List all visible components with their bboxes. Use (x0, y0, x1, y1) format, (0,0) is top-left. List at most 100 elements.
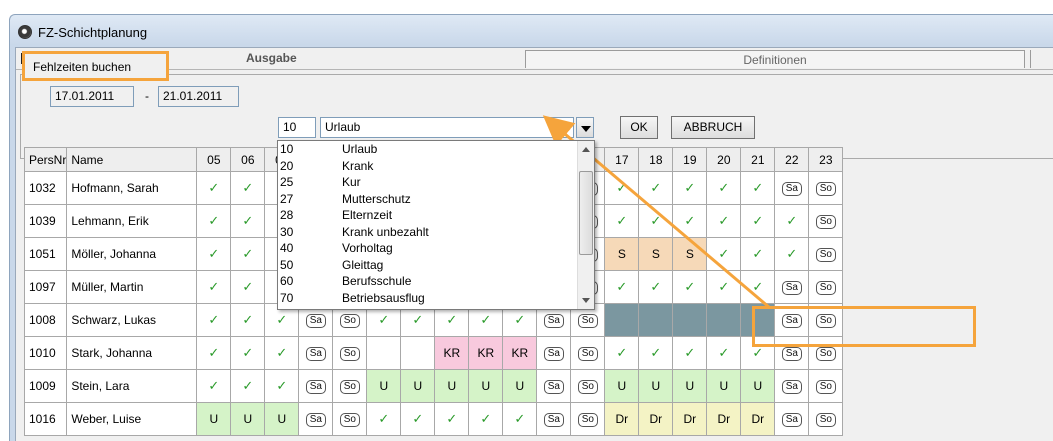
cell-day[interactable]: Sa (536, 402, 572, 436)
cell-day[interactable]: ✓ (196, 303, 232, 337)
cell-day[interactable]: ✓ (672, 336, 708, 370)
dropdown-option[interactable]: 40 Vorholtag (280, 242, 576, 255)
cell-day[interactable]: ✓ (638, 204, 674, 238)
dropdown-option[interactable]: 10 Urlaub (280, 143, 576, 156)
cell-day[interactable]: So (808, 204, 844, 238)
cell-day[interactable]: ✓ (468, 402, 504, 436)
cell-day[interactable]: Sa (774, 303, 810, 337)
cell-day[interactable]: ✓ (230, 303, 266, 337)
cell-day[interactable]: ✓ (366, 402, 402, 436)
header-day[interactable]: 18 (638, 147, 674, 172)
cell-day[interactable]: Sa (298, 402, 334, 436)
cell-day[interactable]: ✓ (740, 336, 776, 370)
cell-day[interactable]: ✓ (264, 369, 300, 403)
cell-day[interactable]: U (502, 369, 538, 403)
cell-day[interactable]: Dr (740, 402, 776, 436)
absence-dropdown-list[interactable]: 10 Urlaub 20 Krank 25 Kur 27 Mutterschutz 28 Elte… (277, 140, 595, 310)
cell-day[interactable]: ✓ (230, 204, 266, 238)
cell-day[interactable]: S (604, 237, 640, 271)
absence-code-input[interactable]: 10 (278, 117, 316, 138)
cell-day[interactable]: So (808, 336, 844, 370)
cell-day[interactable]: So (808, 237, 844, 271)
cell-day[interactable]: So (808, 270, 844, 304)
cell-day[interactable]: ✓ (638, 336, 674, 370)
cell-day[interactable]: ✓ (604, 270, 640, 304)
cell-day[interactable]: ✓ (230, 369, 266, 403)
cell-day[interactable]: KR (434, 336, 470, 370)
cell-day[interactable] (672, 303, 708, 337)
cancel-button[interactable]: ABBRUCH (671, 116, 755, 139)
tab-extra[interactable] (1030, 50, 1050, 68)
dropdown-option[interactable]: 70 Betriebsausflug (280, 291, 576, 305)
cell-day[interactable]: S (638, 237, 674, 271)
cell-day[interactable] (740, 303, 776, 337)
dropdown-option[interactable]: 27 Mutterschutz (280, 192, 576, 206)
header-day[interactable]: 23 (808, 147, 844, 172)
scroll-thumb[interactable] (579, 171, 593, 255)
combo-dropdown-button[interactable] (576, 117, 594, 138)
cell-day[interactable]: Sa (774, 336, 810, 370)
cell-day[interactable]: U (264, 402, 300, 436)
absence-reason-combobox[interactable]: Urlaub (320, 117, 574, 138)
header-day[interactable]: 21 (740, 147, 776, 172)
cell-day[interactable]: ✓ (196, 237, 232, 271)
dropdown-option[interactable]: 20 Krank (280, 159, 576, 173)
cell-day[interactable]: Dr (604, 402, 640, 436)
dropdown-option[interactable]: 50 Gleittag (280, 258, 576, 272)
cell-day[interactable]: ✓ (604, 336, 640, 370)
cell-day[interactable]: KR (502, 336, 538, 370)
cell-day[interactable]: Sa (774, 171, 810, 205)
cell-day[interactable]: ✓ (230, 336, 266, 370)
scroll-up-icon[interactable] (582, 147, 590, 152)
table-row[interactable]: 1016 Weber, Luise U U U Sa So ✓ ✓ ✓ ✓ ✓ Sa So Dr Dr Dr Dr… (23, 402, 844, 436)
cell-day[interactable]: Sa (536, 369, 572, 403)
cell-day[interactable]: ✓ (604, 204, 640, 238)
cell-day[interactable] (400, 336, 436, 370)
cell-day[interactable]: So (332, 402, 368, 436)
cell-day[interactable]: ✓ (196, 369, 232, 403)
cell-day[interactable]: ✓ (706, 171, 742, 205)
cell-day[interactable]: Dr (638, 402, 674, 436)
tab-ausgabe[interactable]: Ausgabe (246, 51, 297, 65)
cell-day[interactable]: ✓ (638, 270, 674, 304)
cell-day[interactable]: So (570, 369, 606, 403)
cell-day[interactable]: U (638, 369, 674, 403)
cell-day[interactable]: U (672, 369, 708, 403)
cell-day[interactable]: ✓ (706, 336, 742, 370)
date-to-field[interactable]: 21.01.2011 (158, 86, 239, 107)
cell-day[interactable]: Sa (298, 369, 334, 403)
cell-day[interactable]: So (808, 303, 844, 337)
cell-day[interactable] (638, 303, 674, 337)
cell-day[interactable] (706, 303, 742, 337)
cell-day[interactable]: ✓ (502, 402, 538, 436)
header-day[interactable]: 22 (774, 147, 810, 172)
header-day[interactable]: 20 (706, 147, 742, 172)
cell-day[interactable]: ✓ (672, 171, 708, 205)
header-day[interactable]: 06 (230, 147, 266, 172)
cell-day[interactable]: U (604, 369, 640, 403)
cell-day[interactable]: U (468, 369, 504, 403)
cell-day[interactable]: So (808, 171, 844, 205)
cell-day[interactable]: U (706, 369, 742, 403)
table-row[interactable]: 1009 Stein, Lara ✓ ✓ ✓ Sa So U U U U U Sa So U U U U U Sa So (23, 369, 844, 403)
header-day[interactable]: 17 (604, 147, 640, 172)
cell-day[interactable]: ✓ (604, 171, 640, 205)
scroll-down-icon[interactable] (582, 298, 590, 303)
cell-day[interactable]: KR (468, 336, 504, 370)
cell-day[interactable]: Sa (774, 369, 810, 403)
cell-day[interactable]: ✓ (230, 237, 266, 271)
cell-day[interactable]: ✓ (740, 171, 776, 205)
cell-day[interactable]: ✓ (196, 171, 232, 205)
cell-day[interactable]: So (570, 402, 606, 436)
dropdown-option[interactable]: 30 Krank unbezahlt (280, 225, 576, 239)
cell-day[interactable]: Dr (672, 402, 708, 436)
date-from-field[interactable]: 17.01.2011 (50, 86, 134, 107)
cell-day[interactable]: Sa (774, 270, 810, 304)
cell-day[interactable]: ✓ (196, 336, 232, 370)
cell-day[interactable]: ✓ (706, 204, 742, 238)
dropdown-option[interactable]: 28 Elternzeit (280, 209, 576, 222)
cell-day[interactable]: ✓ (774, 237, 810, 271)
dropdown-option[interactable]: 60 Berufsschule (280, 275, 576, 288)
cell-day[interactable]: So (808, 402, 844, 436)
cell-day[interactable]: ✓ (706, 270, 742, 304)
